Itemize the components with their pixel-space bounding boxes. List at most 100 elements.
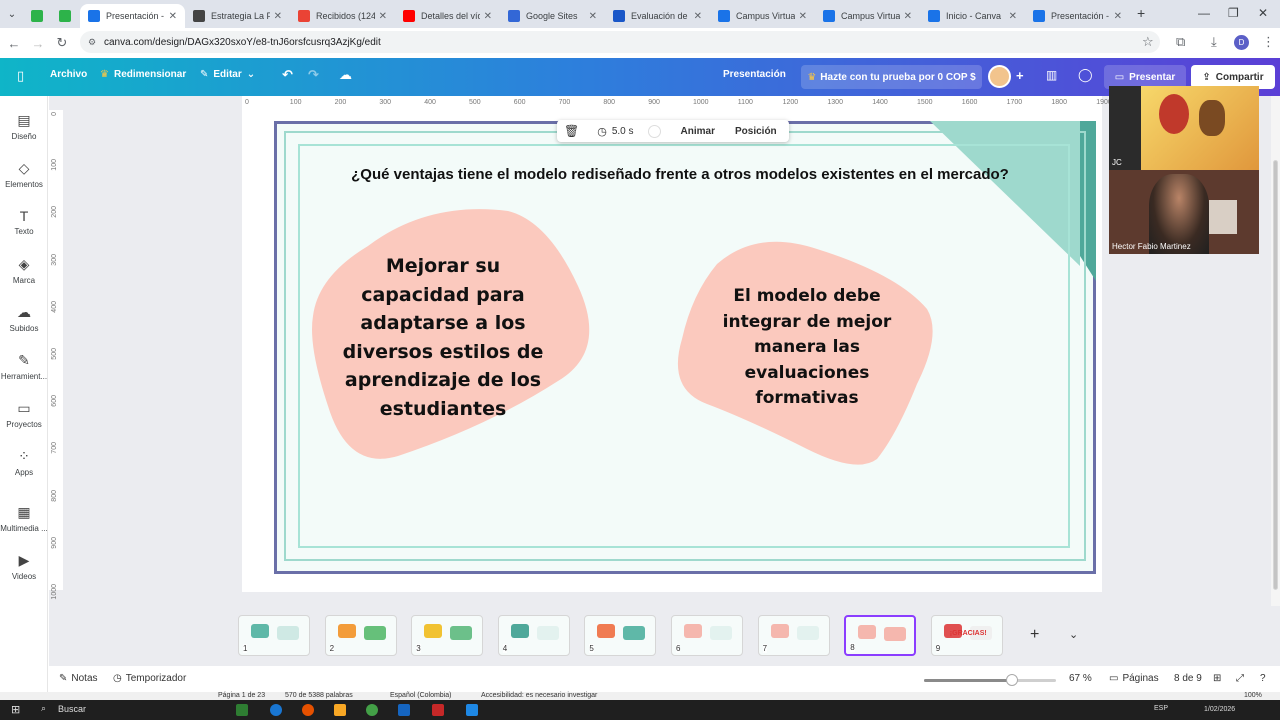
color-swatch-icon[interactable] xyxy=(647,124,661,138)
close-tab-icon[interactable]: ✕ xyxy=(799,11,807,22)
browser-tab[interactable]: Inicio - Canva ✕ xyxy=(920,4,1025,28)
forward-icon[interactable]: → xyxy=(28,36,48,51)
page-thumbnail[interactable]: 2 xyxy=(324,615,397,656)
close-tab-icon[interactable]: ✕ xyxy=(379,11,387,22)
trial-button[interactable]: ♛ Hazte con tu prueba por 0 COP $ xyxy=(801,65,982,89)
expand-pages-icon[interactable]: ⌄ xyxy=(1069,628,1078,641)
reload-icon[interactable]: ↻ xyxy=(52,35,72,51)
sidebar-item-texto[interactable]: T Texto xyxy=(0,208,48,236)
collaborator-avatar[interactable] xyxy=(988,65,1011,88)
page-thumbnail[interactable]: 5 xyxy=(584,615,657,656)
taskbar-app-icon[interactable] xyxy=(366,704,378,716)
paginas-button[interactable]: ▭ Páginas xyxy=(1109,673,1159,684)
browser-menu-icon[interactable]: ⋮ xyxy=(1262,34,1275,50)
zoom-value[interactable]: 67 % xyxy=(1069,673,1092,684)
browser-tab[interactable]: Google Sites ✕ xyxy=(500,4,605,28)
taskbar-app-icon[interactable] xyxy=(432,704,444,716)
redo-icon[interactable]: ↷ xyxy=(308,67,319,83)
browser-tab[interactable]: Presentación - I ✕ xyxy=(80,4,185,28)
taskbar-app-icon[interactable] xyxy=(302,704,314,716)
comments-icon[interactable]: ◯ xyxy=(1078,67,1093,83)
taskbar-search[interactable]: Buscar xyxy=(58,704,86,714)
delete-icon[interactable]: 🗑 xyxy=(564,124,579,138)
notas-button[interactable]: ✎ Notas xyxy=(59,673,98,684)
presentacion-title[interactable]: Presentación xyxy=(723,69,786,80)
maximize-icon[interactable]: ❐ xyxy=(1228,6,1239,20)
page-thumbnail[interactable]: 8 xyxy=(844,615,917,656)
left-blob-text[interactable]: Mejorar su capacidad para adaptarse a lo… xyxy=(338,252,548,423)
close-tab-icon[interactable]: ✕ xyxy=(1009,11,1017,22)
sidebar-item-apps[interactable]: ⁘ Apps xyxy=(0,448,48,477)
profile-avatar[interactable]: D xyxy=(1234,35,1249,50)
side-panel-toggle-icon[interactable]: ▯ xyxy=(17,68,24,84)
new-tab-button[interactable]: + xyxy=(1137,5,1145,21)
browser-tab[interactable] xyxy=(52,4,80,28)
extensions-icon[interactable]: ⧉ xyxy=(1176,34,1185,50)
editar-menu[interactable]: ✎ Editar ⌄ xyxy=(200,69,255,80)
close-window-icon[interactable]: ✕ xyxy=(1258,6,1268,20)
add-collaborator-icon[interactable]: + xyxy=(1016,68,1024,83)
sidebar-item-elementos[interactable]: ◇ Elementos xyxy=(0,160,48,189)
add-page-button[interactable]: + xyxy=(1030,626,1039,644)
url-field[interactable]: ⚙ canva.com/design/DAGx320sxoY/e8-tnJ6or… xyxy=(80,31,1160,53)
archivo-menu[interactable]: Archivo xyxy=(50,69,87,80)
page-counter[interactable]: 8 de 9 xyxy=(1174,673,1202,684)
page-thumbnail[interactable]: ¡GRACIAS! 9 xyxy=(930,615,1003,656)
help-icon[interactable]: ? xyxy=(1260,673,1266,684)
browser-tab[interactable]: Estrategia La Fr ✕ xyxy=(185,4,290,28)
sidebar-item-subidos[interactable]: ☁ Subidos xyxy=(0,304,48,333)
taskbar-search-icon[interactable]: ⌕ xyxy=(41,703,46,714)
site-info-icon[interactable]: ⚙ xyxy=(88,37,96,48)
taskbar-date[interactable]: 1/02/2026 xyxy=(1204,706,1235,713)
page-thumbnail[interactable]: 6 xyxy=(671,615,743,656)
redimensionar-button[interactable]: ♛ Redimensionar xyxy=(100,69,186,80)
posicion-button[interactable]: Posición xyxy=(735,126,777,137)
bookmark-star-icon[interactable]: ☆ xyxy=(1142,34,1154,50)
minimize-icon[interactable]: — xyxy=(1198,6,1210,20)
sidebar-item-marca[interactable]: ◈ Marca xyxy=(0,256,48,285)
close-tab-icon[interactable]: ✕ xyxy=(589,11,597,22)
sidebar-item-herramient[interactable]: ✎ Herramient... xyxy=(0,352,48,381)
browser-tab[interactable] xyxy=(24,4,52,28)
close-tab-icon[interactable]: ✕ xyxy=(274,11,282,22)
browser-tab[interactable]: Recibidos (124) ✕ xyxy=(290,4,395,28)
scrollbar-thumb[interactable] xyxy=(1273,160,1278,590)
animar-button[interactable]: Animar xyxy=(681,126,715,137)
taskbar-app-icon[interactable] xyxy=(466,704,478,716)
close-tab-icon[interactable]: ✕ xyxy=(694,11,702,22)
undo-icon[interactable]: ↶ xyxy=(282,67,293,83)
editor-scrollbar[interactable] xyxy=(1271,96,1280,606)
tab-list-icon[interactable]: ⌄ xyxy=(0,9,24,20)
insights-icon[interactable]: ▥ xyxy=(1046,68,1057,82)
close-tab-icon[interactable]: ✕ xyxy=(169,11,177,22)
close-tab-icon[interactable]: ✕ xyxy=(1114,11,1122,22)
close-tab-icon[interactable]: ✕ xyxy=(484,11,492,22)
video-tile-jc[interactable]: JC xyxy=(1109,86,1259,170)
download-icon[interactable]: ⤓ xyxy=(1211,34,1217,50)
close-tab-icon[interactable]: ✕ xyxy=(904,11,912,22)
browser-tab[interactable]: Campus Virtual ✕ xyxy=(815,4,920,28)
page-thumbnail[interactable]: 1 xyxy=(238,615,310,656)
sidebar-item-proyectos[interactable]: ▭ Proyectos xyxy=(0,400,48,429)
fullscreen-icon[interactable]: ⤢ xyxy=(1236,673,1244,684)
sidebar-item-dise-o[interactable]: ▤ Diseño xyxy=(0,112,48,141)
back-icon[interactable]: ← xyxy=(4,36,24,51)
page-thumbnail[interactable]: 3 xyxy=(411,615,484,656)
zoom-slider[interactable] xyxy=(924,674,1056,686)
cloud-sync-icon[interactable]: ☁ xyxy=(339,67,352,83)
right-blob-text[interactable]: El modelo debe integrar de mejor manera … xyxy=(717,284,897,412)
taskbar-app-icon[interactable] xyxy=(334,704,346,716)
timer-icon[interactable]: ◷ xyxy=(597,125,607,138)
browser-tab[interactable]: Presentación - I ✕ xyxy=(1025,4,1130,28)
sidebar-item-videos[interactable]: ▶ Videos xyxy=(0,552,48,581)
temporizador-button[interactable]: ◷ Temporizador xyxy=(113,673,186,684)
browser-tab[interactable]: Evaluación de F ✕ xyxy=(605,4,710,28)
windows-start-icon[interactable]: ⊞ xyxy=(11,703,20,716)
grid-view-icon[interactable]: ⊞ xyxy=(1213,673,1221,684)
video-tile-hector[interactable]: Hector Fabio Martinez xyxy=(1109,170,1259,254)
taskbar-app-icon[interactable] xyxy=(270,704,282,716)
browser-tab[interactable]: Campus Virtual ✕ xyxy=(710,4,815,28)
slide-question[interactable]: ¿Qué ventajas tiene el modelo rediseñado… xyxy=(290,166,1070,183)
browser-tab[interactable]: Detalles del víd ✕ xyxy=(395,4,500,28)
taskbar-app-icon[interactable] xyxy=(398,704,410,716)
